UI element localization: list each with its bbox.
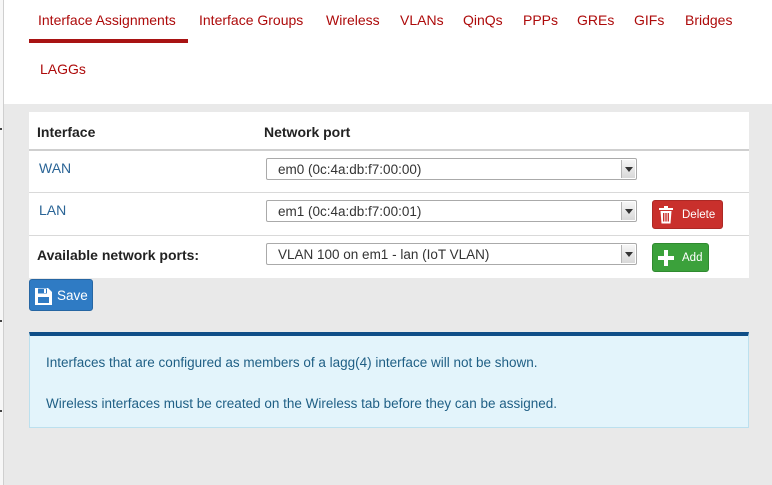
available-port-value: VLAN 100 on em1 - lan (IoT VLAN) — [278, 247, 490, 262]
table-row-divider — [29, 235, 749, 236]
save-button-label: Save — [57, 288, 88, 303]
tab-interface-assignments[interactable]: Interface Assignments — [38, 12, 176, 28]
info-text-lagg: Interfaces that are configured as member… — [46, 355, 538, 370]
tab-bridges[interactable]: Bridges — [685, 12, 732, 28]
tab-wireless[interactable]: Wireless — [326, 12, 380, 28]
info-text-wireless: Wireless interfaces must be created on t… — [46, 396, 558, 411]
delete-lan-button[interactable]: Delete — [652, 200, 723, 229]
edge-marker — [0, 320, 2, 322]
info-alert: Interfaces that are configured as member… — [29, 332, 749, 428]
plus-icon — [658, 250, 674, 266]
tab-qinqs[interactable]: QinQs — [463, 12, 503, 28]
table-header-divider — [29, 149, 749, 151]
active-tab-indicator — [29, 39, 188, 43]
table-row-divider — [29, 192, 749, 193]
available-ports-label: Available network ports: — [37, 247, 200, 263]
available-port-select[interactable]: VLAN 100 on em1 - lan (IoT VLAN) — [266, 243, 637, 265]
delete-button-label: Delete — [682, 209, 716, 221]
tab-gres[interactable]: GREs — [577, 12, 614, 28]
edge-marker — [0, 128, 2, 130]
interface-link-wan[interactable]: WAN — [39, 160, 71, 176]
column-header-network-port: Network port — [264, 124, 351, 140]
tab-interface-groups[interactable]: Interface Groups — [199, 12, 303, 28]
wan-port-value: em0 (0c:4a:db:f7:00:00) — [278, 162, 422, 177]
lan-port-value: em1 (0c:4a:db:f7:00:01) — [278, 204, 422, 219]
tab-laggs[interactable]: LAGGs — [40, 61, 86, 77]
interface-link-lan[interactable]: LAN — [39, 202, 66, 218]
floppy-disk-icon — [35, 288, 52, 305]
tab-gifs[interactable]: GIFs — [634, 12, 664, 28]
chevron-down-icon — [621, 245, 635, 263]
lan-port-select[interactable]: em1 (0c:4a:db:f7:00:01) — [266, 200, 637, 222]
trash-icon — [659, 206, 673, 224]
wan-port-select[interactable]: em0 (0c:4a:db:f7:00:00) — [266, 158, 637, 180]
save-button[interactable]: Save — [29, 279, 93, 311]
tab-vlans[interactable]: VLANs — [400, 12, 444, 28]
edge-marker — [0, 410, 2, 412]
chevron-down-icon — [621, 202, 635, 220]
chevron-down-icon — [621, 160, 635, 178]
add-button-label: Add — [682, 252, 703, 264]
add-interface-button[interactable]: Add — [652, 243, 709, 272]
tab-ppps[interactable]: PPPs — [523, 12, 558, 28]
column-header-interface: Interface — [37, 124, 96, 140]
